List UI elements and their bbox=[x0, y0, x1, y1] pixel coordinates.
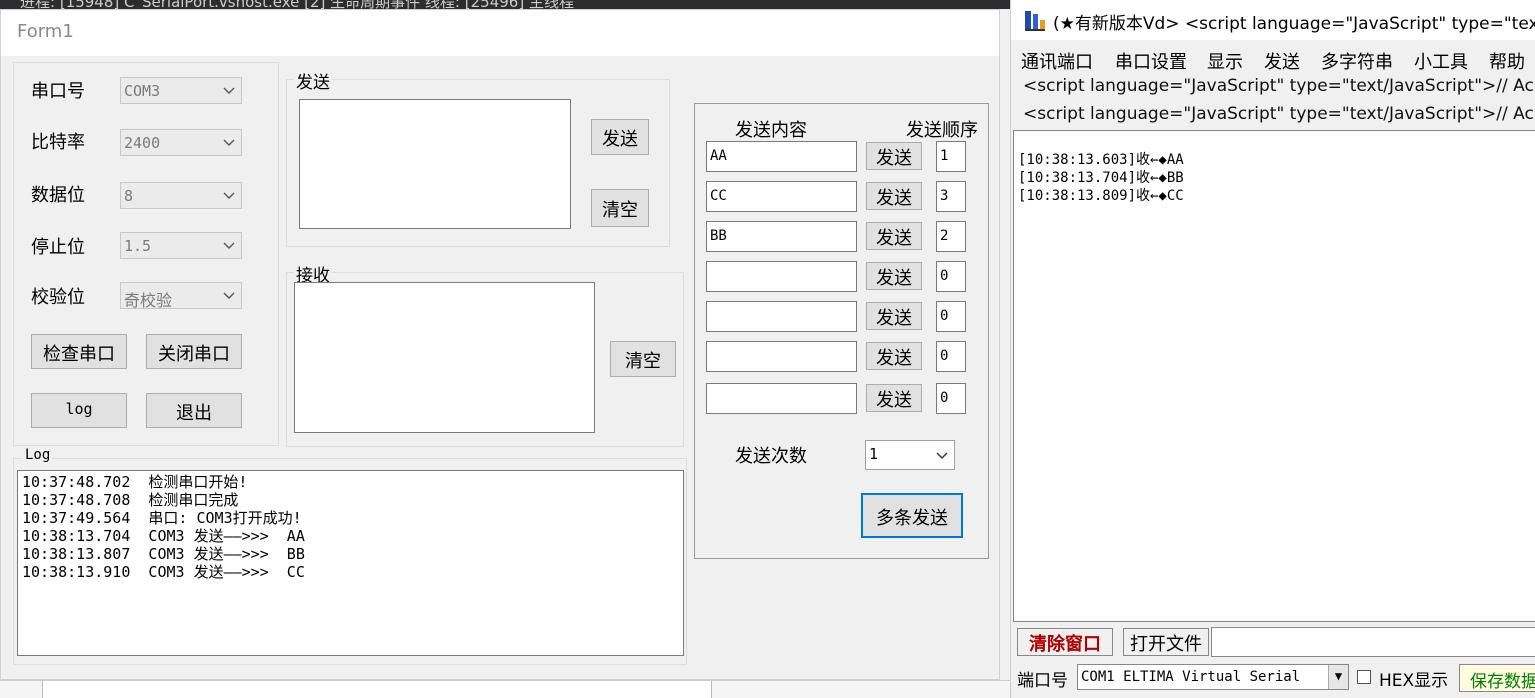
order-header: 发送顺序 bbox=[906, 120, 978, 141]
multi-row-send-button[interactable]: 发送 bbox=[866, 302, 922, 330]
dropdown-arrow-icon: ▼ bbox=[1328, 665, 1348, 689]
multi-row-send-button[interactable]: 发送 bbox=[866, 142, 922, 170]
serial-tool-titlebar[interactable]: (★有新版本Vd> <script language="JavaScript" … bbox=[1011, 0, 1535, 40]
chevron-down-icon bbox=[223, 192, 235, 199]
serial-tool-title: (★有新版本Vd> <script language="JavaScript" … bbox=[1053, 14, 1535, 34]
chevron-down-icon bbox=[223, 139, 235, 146]
serial-port-label: 端口号 bbox=[1017, 671, 1068, 691]
send-count-value: 1 bbox=[869, 445, 879, 463]
menu-item[interactable]: 小工具 bbox=[1414, 48, 1468, 74]
parity-label: 校验位 bbox=[31, 287, 85, 308]
receive-clear-button[interactable]: 清空 bbox=[610, 341, 676, 377]
multi-row-send-button[interactable]: 发送 bbox=[866, 342, 922, 370]
serial-port-select[interactable]: COM1 ELTIMA Virtual Serial ▼ bbox=[1077, 664, 1349, 690]
receive-textarea[interactable] bbox=[294, 282, 595, 433]
parity-select[interactable]: 奇校验 bbox=[120, 282, 242, 310]
multi-row-send-button[interactable]: 发送 bbox=[866, 182, 922, 210]
multi-order-input[interactable]: 1 bbox=[936, 141, 966, 172]
serial-receive-area[interactable]: [10:38:13.603]收←◆AA [10:38:13.704]收←◆BB … bbox=[1013, 130, 1535, 622]
content-header: 发送内容 bbox=[735, 120, 807, 141]
multi-row-send-button[interactable]: 发送 bbox=[866, 384, 922, 412]
hex-display-checkbox[interactable] bbox=[1357, 670, 1371, 684]
ide-toolbar-strip: 进程: [15948] C_SerialPort.vshost.exe [2] … bbox=[0, 0, 1010, 9]
log-button[interactable]: log bbox=[31, 393, 127, 428]
baud-value: 2400 bbox=[124, 134, 161, 152]
multi-content-input[interactable]: CC bbox=[706, 181, 857, 212]
databits-value: 8 bbox=[124, 187, 134, 205]
menu-item[interactable]: 通讯端口 bbox=[1021, 48, 1093, 74]
serial-tool-window: (★有新版本Vd> <script language="JavaScript" … bbox=[1010, 0, 1535, 698]
ide-editor-area bbox=[42, 681, 712, 698]
clear-window-button[interactable]: 清除窗口 bbox=[1017, 628, 1113, 656]
stopbits-label: 停止位 bbox=[31, 237, 85, 258]
stopbits-select[interactable]: 1.5 bbox=[120, 232, 242, 259]
save-data-button[interactable]: 保存数据 bbox=[1459, 664, 1535, 692]
close-port-button[interactable]: 关闭串口 bbox=[146, 334, 242, 369]
send-clear-button[interactable]: 清空 bbox=[591, 189, 649, 227]
script-line-1: <script language="JavaScript" type="text… bbox=[1023, 76, 1534, 96]
multi-content-input[interactable] bbox=[706, 383, 857, 414]
log-group-title: Log bbox=[23, 447, 53, 463]
chevron-down-icon bbox=[223, 87, 235, 94]
parity-value: 奇校验 bbox=[124, 291, 173, 310]
script-line-2: <script language="JavaScript" type="text… bbox=[1023, 104, 1534, 124]
databits-select[interactable]: 8 bbox=[120, 182, 242, 209]
menu-item[interactable]: 多字符串 bbox=[1321, 48, 1393, 74]
send-count-label: 发送次数 bbox=[735, 446, 807, 467]
app-logo-icon bbox=[1025, 11, 1045, 31]
open-file-button[interactable]: 打开文件 bbox=[1123, 628, 1209, 656]
multi-order-input[interactable]: 0 bbox=[936, 261, 966, 292]
ide-bottom-strip bbox=[0, 680, 1010, 698]
ide-process-text: 进程: [15948] C_SerialPort.vshost.exe [2] … bbox=[20, 0, 574, 9]
serial-tool-menubar: 通讯端口 串口设置 显示 发送 多字符串 小工具 帮助 bbox=[1011, 44, 1535, 74]
menu-item[interactable]: 帮助 bbox=[1489, 48, 1525, 74]
multi-content-input[interactable] bbox=[706, 341, 857, 372]
multi-row-send-button[interactable]: 发送 bbox=[866, 222, 922, 250]
form1-titlebar[interactable]: Form1 bbox=[1, 10, 999, 56]
multi-order-input[interactable]: 2 bbox=[936, 221, 966, 252]
multi-order-input[interactable]: 0 bbox=[936, 383, 966, 414]
chevron-down-icon bbox=[936, 452, 948, 459]
multi-order-input[interactable]: 0 bbox=[936, 301, 966, 332]
multi-content-input[interactable] bbox=[706, 301, 857, 332]
multi-content-input[interactable] bbox=[706, 261, 857, 292]
send-group-title: 发送 bbox=[294, 68, 332, 93]
check-port-button[interactable]: 检查串口 bbox=[31, 334, 127, 369]
send-textarea[interactable] bbox=[299, 99, 571, 229]
multi-content-input[interactable]: BB bbox=[706, 221, 857, 252]
chevron-down-icon bbox=[223, 292, 235, 299]
form1-title: Form1 bbox=[17, 21, 74, 42]
stopbits-value: 1.5 bbox=[124, 237, 152, 255]
multi-send-button[interactable]: 多条发送 bbox=[861, 493, 963, 538]
multi-order-input[interactable]: 3 bbox=[936, 181, 966, 212]
port-label: 串口号 bbox=[31, 81, 85, 102]
baud-select[interactable]: 2400 bbox=[120, 129, 242, 156]
port-select[interactable]: COM3 bbox=[120, 77, 242, 104]
send-button[interactable]: 发送 bbox=[591, 119, 649, 155]
multi-content-input[interactable]: AA bbox=[706, 141, 857, 172]
file-path-input[interactable] bbox=[1211, 627, 1535, 657]
chevron-down-icon bbox=[223, 242, 235, 249]
hex-display-label: HEX显示 bbox=[1379, 671, 1449, 691]
databits-label: 数据位 bbox=[31, 185, 85, 206]
log-textbox[interactable]: 10:37:48.702 检测串口开始! 10:37:48.708 检测串口完成… bbox=[17, 470, 684, 656]
menu-item[interactable]: 发送 bbox=[1264, 48, 1300, 74]
form1-window: Form1 串口号 COM3 比特率 2400 数据位 8 停止位 1.5 校验… bbox=[0, 9, 1000, 680]
multi-order-input[interactable]: 0 bbox=[936, 341, 966, 372]
send-count-select[interactable]: 1 bbox=[865, 440, 955, 470]
port-value: COM3 bbox=[124, 82, 161, 100]
menu-item[interactable]: 串口设置 bbox=[1115, 48, 1187, 74]
baud-label: 比特率 bbox=[31, 132, 85, 153]
exit-button[interactable]: 退出 bbox=[146, 393, 242, 428]
multi-row-send-button[interactable]: 发送 bbox=[866, 262, 922, 290]
menu-item[interactable]: 显示 bbox=[1207, 48, 1243, 74]
serial-port-value: COM1 ELTIMA Virtual Serial bbox=[1081, 669, 1301, 685]
